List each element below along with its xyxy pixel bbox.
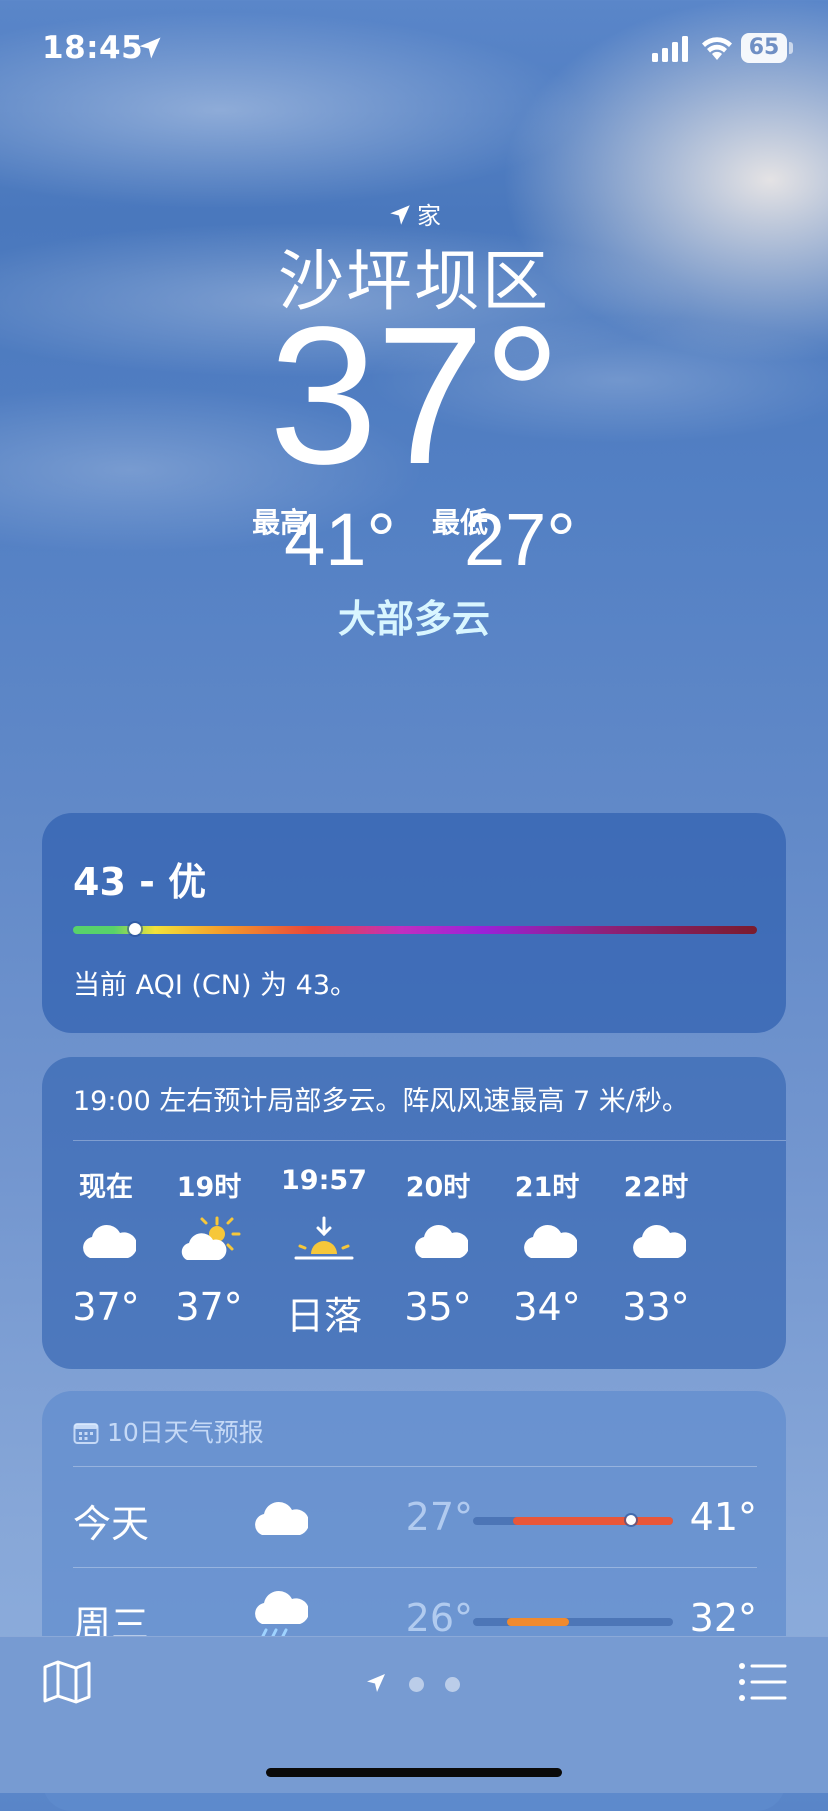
location-home-label: 家 xyxy=(0,196,828,231)
page-indicator[interactable] xyxy=(364,1669,474,1699)
hour-label: 19时 xyxy=(176,1172,242,1203)
calendar-icon xyxy=(73,1423,99,1444)
aqi-level-marker xyxy=(128,923,141,935)
location-arrow-icon xyxy=(390,205,410,225)
low-temperature: 27° xyxy=(464,498,576,581)
daily-header-text: 10日天气预报 xyxy=(107,1418,264,1447)
temperature-range-fill xyxy=(507,1618,569,1626)
status-time: 18:45 xyxy=(42,30,144,66)
cellular-signal-icon xyxy=(652,36,688,62)
battery-indicator: 65 xyxy=(741,33,787,63)
high-low-temperature: 最高41° 最低27° xyxy=(0,500,828,580)
page-dot[interactable] xyxy=(409,1677,424,1692)
hour-temperature: 37° xyxy=(175,1285,243,1329)
hour-temperature: 34° xyxy=(513,1285,581,1329)
low-label: 最低 xyxy=(432,506,489,539)
current-temperature-marker xyxy=(626,1515,636,1525)
status-bar: 18:45 65 xyxy=(0,0,828,100)
hour-temperature: 35° xyxy=(404,1285,472,1329)
hourly-item: 20时 35° xyxy=(378,1165,498,1329)
hourly-item: 22时 33° xyxy=(596,1165,716,1329)
sunset-icon xyxy=(264,1205,384,1275)
high-temperature: 41° xyxy=(284,498,396,581)
day-low-temperature: 26° xyxy=(405,1596,473,1640)
home-indicator xyxy=(266,1768,562,1777)
hourly-item: 19时 37° xyxy=(149,1165,269,1329)
hourly-item: 21时 34° xyxy=(487,1165,607,1329)
day-low-temperature: 27° xyxy=(405,1495,473,1539)
aqi-scale-bar xyxy=(73,923,757,935)
hour-label: 21时 xyxy=(514,1172,580,1203)
cloud-icon xyxy=(596,1205,716,1275)
partly-sunny-icon xyxy=(149,1205,269,1275)
day-name: 今天 xyxy=(73,1502,150,1546)
hour-label: 20时 xyxy=(405,1172,471,1203)
daily-forecast-header: 10日天气预报 xyxy=(73,1413,264,1449)
aqi-card[interactable]: 43 - 优 当前 AQI (CN) 为 43。 xyxy=(42,813,786,1033)
temperature-range-fill xyxy=(513,1517,673,1525)
hourly-item: 19:57 日落 xyxy=(264,1165,384,1340)
aqi-description: 当前 AQI (CN) 为 43。 xyxy=(73,970,358,1001)
temperature-range-bar xyxy=(473,1618,673,1626)
day-high-temperature: 32° xyxy=(689,1596,757,1640)
cloud-icon xyxy=(243,1487,313,1547)
hourly-summary: 19:00 左右预计局部多云。阵风风速最高 7 米/秒。 xyxy=(73,1086,689,1117)
divider xyxy=(73,1140,786,1141)
aqi-value: 43 - 优 xyxy=(73,860,207,904)
hourly-forecast-card[interactable]: 19:00 左右预计局部多云。阵风风速最高 7 米/秒。 现在 37° 19时 37°… xyxy=(42,1057,786,1369)
hour-temperature: 日落 xyxy=(285,1294,362,1338)
battery-tip xyxy=(789,42,793,54)
list-icon[interactable] xyxy=(738,1661,788,1703)
location-arrow-icon xyxy=(367,1674,385,1692)
cloud-icon xyxy=(46,1205,166,1275)
page-dot[interactable] xyxy=(445,1677,460,1692)
current-temperature: 37° xyxy=(268,286,561,505)
daily-row[interactable]: 今天 27° 41° xyxy=(73,1467,757,1567)
hour-label: 22时 xyxy=(623,1172,689,1203)
hour-label: 19:57 xyxy=(281,1165,367,1196)
high-label: 最高 xyxy=(252,506,309,539)
hour-temperature: 33° xyxy=(622,1285,690,1329)
map-icon[interactable] xyxy=(42,1659,92,1705)
hour-temperature: 37° xyxy=(72,1285,140,1329)
cloud-icon xyxy=(487,1205,607,1275)
home-label-text: 家 xyxy=(417,202,441,230)
weather-condition: 大部多云 xyxy=(337,597,490,641)
hourly-item: 现在 37° xyxy=(46,1165,166,1329)
cloud-icon xyxy=(378,1205,498,1275)
day-high-temperature: 41° xyxy=(689,1495,757,1539)
hour-label: 现在 xyxy=(79,1172,133,1203)
wifi-icon xyxy=(702,37,732,60)
temperature-range-bar xyxy=(473,1515,673,1525)
location-services-icon xyxy=(139,37,161,59)
